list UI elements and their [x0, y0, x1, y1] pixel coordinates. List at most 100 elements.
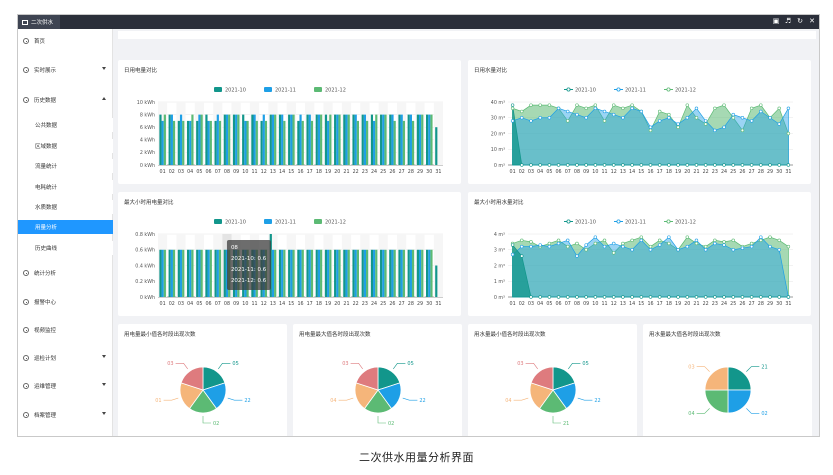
bar[interactable]	[370, 114, 374, 165]
data-point[interactable]	[694, 106, 699, 110]
data-point[interactable]	[510, 252, 515, 257]
data-point[interactable]	[740, 128, 745, 133]
bar[interactable]	[416, 114, 419, 165]
data-point[interactable]	[538, 103, 542, 107]
data-point[interactable]	[630, 106, 634, 110]
data-point[interactable]	[694, 116, 699, 120]
data-point[interactable]	[667, 295, 671, 299]
bar[interactable]	[327, 249, 330, 297]
data-point[interactable]	[749, 244, 754, 249]
data-point[interactable]	[556, 241, 561, 246]
data-point[interactable]	[749, 106, 754, 110]
data-point[interactable]	[529, 295, 533, 299]
bar[interactable]	[218, 249, 222, 297]
data-point[interactable]	[722, 295, 726, 299]
data-point[interactable]	[520, 109, 524, 114]
bar[interactable]	[299, 114, 302, 165]
data-point[interactable]	[621, 116, 625, 120]
bar[interactable]	[186, 249, 190, 297]
bar[interactable]	[391, 114, 394, 165]
bar[interactable]	[315, 114, 318, 165]
data-point[interactable]	[538, 295, 542, 299]
lock-icon[interactable]: ▣	[772, 17, 780, 26]
data-point[interactable]	[722, 243, 726, 247]
legend-label[interactable]: 2021-11	[275, 88, 296, 94]
data-point[interactable]	[768, 244, 772, 249]
data-point[interactable]	[575, 112, 579, 117]
data-point[interactable]	[731, 163, 735, 167]
bar[interactable]	[172, 120, 176, 165]
bar[interactable]	[209, 120, 212, 165]
bar[interactable]	[352, 249, 355, 297]
bar[interactable]	[292, 249, 295, 297]
sidebar-subitem[interactable]: 流量统计	[18, 159, 113, 173]
data-point[interactable]	[538, 243, 542, 247]
data-point[interactable]	[786, 131, 791, 136]
bar[interactable]	[411, 249, 415, 297]
bar[interactable]	[223, 114, 226, 165]
bar[interactable]	[407, 249, 410, 297]
bar[interactable]	[297, 120, 300, 165]
legend-label[interactable]: 2021-12	[675, 220, 696, 226]
data-point[interactable]	[740, 246, 745, 250]
bar[interactable]	[262, 114, 265, 165]
data-point[interactable]	[676, 295, 680, 299]
bar[interactable]	[370, 249, 374, 297]
bar[interactable]	[361, 114, 364, 165]
bar[interactable]	[225, 114, 229, 165]
volume-icon[interactable]: ♬	[784, 17, 792, 26]
data-point[interactable]	[759, 109, 763, 114]
bar[interactable]	[389, 114, 392, 165]
bar[interactable]	[170, 114, 173, 165]
data-point[interactable]	[520, 238, 524, 242]
bar[interactable]	[334, 114, 337, 165]
bar[interactable]	[255, 120, 258, 165]
bar[interactable]	[338, 114, 341, 165]
bar[interactable]	[299, 249, 302, 297]
bar[interactable]	[205, 249, 208, 297]
bar[interactable]	[235, 114, 238, 165]
bar[interactable]	[209, 249, 212, 297]
data-point[interactable]	[786, 244, 791, 249]
sidebar-item[interactable]: 统计分析	[18, 266, 113, 280]
data-point[interactable]	[538, 163, 542, 167]
data-point[interactable]	[639, 238, 644, 242]
data-point[interactable]	[621, 106, 625, 110]
bar[interactable]	[428, 249, 431, 297]
data-point[interactable]	[749, 119, 754, 123]
data-point[interactable]	[768, 235, 772, 239]
data-point[interactable]	[639, 163, 644, 167]
data-point[interactable]	[593, 106, 598, 110]
bar[interactable]	[232, 114, 236, 165]
data-point[interactable]	[685, 235, 689, 239]
data-point[interactable]	[694, 238, 699, 242]
bar[interactable]	[380, 114, 383, 165]
bar[interactable]	[382, 114, 385, 165]
data-point[interactable]	[648, 128, 653, 133]
sidebar-subitem[interactable]: 公共数据	[18, 118, 113, 132]
bar[interactable]	[320, 249, 323, 297]
legend-label[interactable]: 2021-12	[325, 220, 346, 226]
data-point[interactable]	[520, 116, 524, 120]
data-point[interactable]	[621, 244, 625, 249]
data-point[interactable]	[703, 244, 708, 249]
bar[interactable]	[200, 114, 203, 165]
data-point[interactable]	[759, 295, 763, 299]
data-point[interactable]	[630, 238, 634, 242]
bar[interactable]	[398, 249, 401, 297]
bar[interactable]	[317, 249, 321, 297]
bar[interactable]	[179, 114, 183, 165]
data-point[interactable]	[713, 163, 717, 167]
bar[interactable]	[398, 114, 401, 165]
bar[interactable]	[161, 249, 164, 297]
sidebar-subitem[interactable]: 历史曲线	[18, 241, 113, 255]
bar[interactable]	[179, 249, 183, 297]
bar[interactable]	[327, 120, 330, 165]
bar[interactable]	[310, 249, 314, 297]
data-point[interactable]	[722, 240, 726, 244]
bar[interactable]	[274, 114, 277, 165]
bar[interactable]	[198, 249, 201, 297]
data-point[interactable]	[630, 103, 634, 107]
bar[interactable]	[223, 249, 226, 297]
data-point[interactable]	[612, 163, 616, 167]
